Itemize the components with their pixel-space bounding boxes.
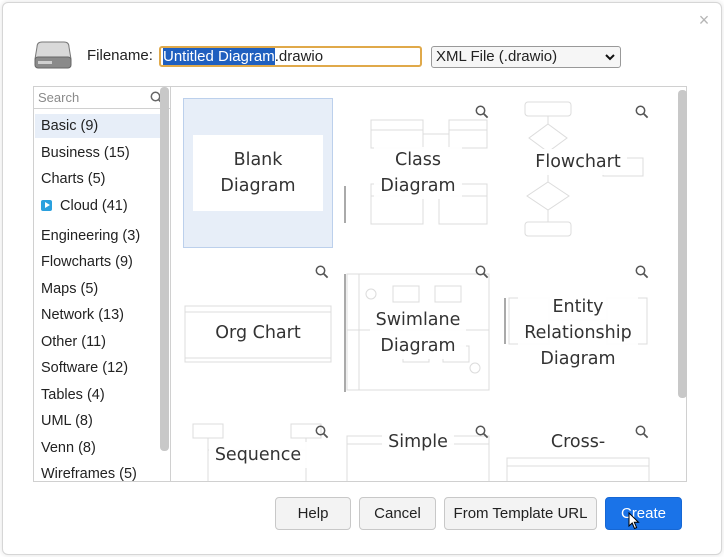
template-label: Class Diagram <box>374 147 462 199</box>
mouse-pointer-icon <box>628 512 640 530</box>
template-tile-class-diagram[interactable]: Class Diagram <box>343 98 493 248</box>
close-icon[interactable]: × <box>694 10 714 30</box>
create-button[interactable]: Create <box>605 497 682 530</box>
category-item-cloud-label: Cloud (41) <box>60 198 128 214</box>
template-label: Blank Diagram <box>193 135 323 211</box>
search-placeholder: Search <box>38 90 80 105</box>
category-sidebar: Search Basic (9) Business (15) Charts (5… <box>33 86 170 482</box>
template-tile-cross-functional[interactable]: Cross- <box>503 418 653 481</box>
template-tile-sequence[interactable]: Sequence <box>183 418 333 481</box>
template-grid: Blank Diagram Class Diagram Flowchart Or… <box>170 86 687 482</box>
template-tile-simple[interactable]: Simple <box>343 418 493 481</box>
sidebar-scrollbar[interactable] <box>160 87 169 451</box>
chevron-down-icon <box>604 47 616 74</box>
play-badge-icon <box>41 200 52 211</box>
hard-drive-icon <box>34 41 72 69</box>
category-item-business[interactable]: Business (15) <box>35 141 160 165</box>
category-search-input[interactable]: Search <box>34 87 170 109</box>
template-grid-scrollbar[interactable] <box>678 90 687 398</box>
category-item-maps[interactable]: Maps (5) <box>35 277 160 301</box>
category-item-basic[interactable]: Basic (9) <box>35 114 160 138</box>
template-label: Org Chart <box>209 320 307 346</box>
format-select[interactable]: XML File (.drawio) <box>431 46 621 68</box>
template-tile-blank-diagram[interactable]: Blank Diagram <box>183 98 333 248</box>
help-button[interactable]: Help <box>275 497 351 530</box>
category-item-cloud[interactable]: Cloud (41) <box>35 194 160 218</box>
category-item-venn[interactable]: Venn (8) <box>35 436 160 460</box>
category-item-engineering[interactable]: Engineering (3) <box>35 224 160 248</box>
template-label: Sequence <box>208 442 308 468</box>
category-item-tables[interactable]: Tables (4) <box>35 383 160 407</box>
filename-extension-text: .drawio <box>274 48 324 65</box>
category-item-uml[interactable]: UML (8) <box>35 409 160 433</box>
filename-selected-text: Untitled Diagram <box>163 48 275 65</box>
filename-label: Filename: <box>87 47 153 64</box>
category-item-wireframes[interactable]: Wireframes (5) <box>35 462 160 481</box>
cancel-button[interactable]: Cancel <box>359 497 436 530</box>
category-item-other[interactable]: Other (11) <box>35 330 160 354</box>
category-item-flowcharts[interactable]: Flowcharts (9) <box>35 250 160 274</box>
template-tile-flowchart[interactable]: Flowchart <box>503 98 653 248</box>
template-label: Cross- <box>544 429 612 455</box>
category-item-network[interactable]: Network (13) <box>35 303 160 327</box>
template-label: Simple <box>382 429 454 455</box>
template-label: Flowchart <box>529 149 627 175</box>
format-select-value: XML File (.drawio) <box>436 48 558 65</box>
filename-input[interactable]: Untitled Diagram.drawio <box>159 46 422 67</box>
from-template-url-button[interactable]: From Template URL <box>444 497 597 530</box>
category-item-software[interactable]: Software (12) <box>35 356 160 380</box>
category-item-charts[interactable]: Charts (5) <box>35 167 160 191</box>
